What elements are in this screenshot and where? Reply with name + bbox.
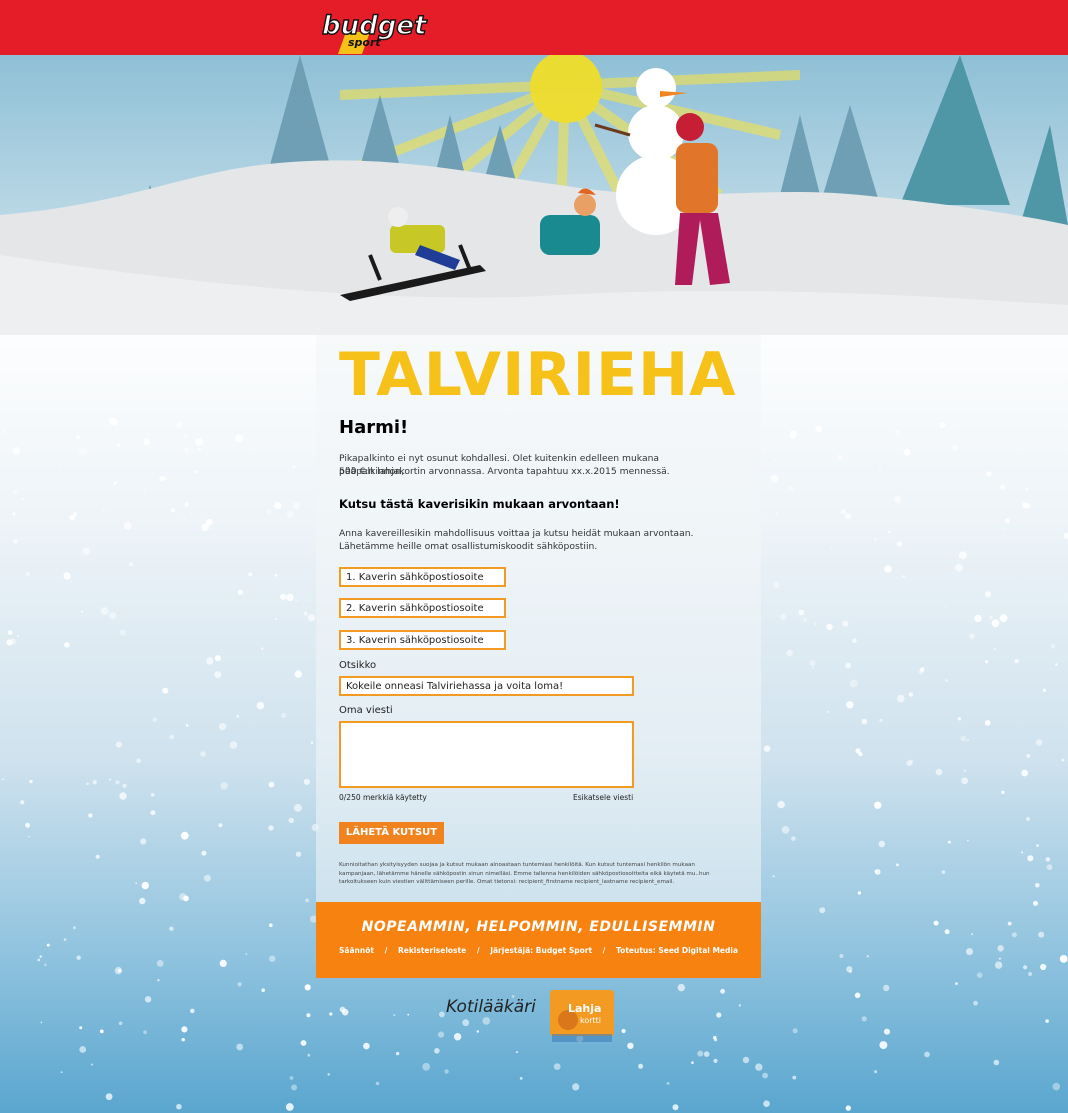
kotilaakari-logo[interactable]: Kotilääkäri xyxy=(446,997,536,1017)
lahjakortti-logo[interactable]: Lahja kortti xyxy=(550,990,614,1042)
result-text-line-2: 500 €:n lahjakortin arvonnassa. Arvonta … xyxy=(339,466,670,477)
footer-link-rules[interactable]: Säännöt xyxy=(339,946,374,955)
footer-separator: / xyxy=(602,946,606,955)
character-counter: 0/250 merkkiä käytetty xyxy=(339,793,427,802)
top-bar xyxy=(0,0,1068,55)
footer-links: Säännöt / Rekisteriseloste / Järjestäjä:… xyxy=(316,946,761,955)
invite-text-line-2: Lähetämme heille omat osallistumiskoodit… xyxy=(339,541,598,552)
footer-link-organizer[interactable]: Järjestäjä: Budget Sport xyxy=(490,946,592,955)
svg-text:sport: sport xyxy=(348,36,381,49)
subject-input[interactable]: Kokeile onneasi Talviriehassa ja voita l… xyxy=(339,676,634,696)
friend-email-2-input[interactable]: 2. Kaverin sähköpostiosoite xyxy=(339,598,506,618)
invite-heading: Kutsu tästä kaverisikin mukaan arvontaan… xyxy=(339,497,620,511)
send-invites-button[interactable]: LÄHETÄ KUTSUT xyxy=(339,822,444,844)
svg-text:kortti: kortti xyxy=(580,1016,601,1025)
preview-message-link[interactable]: Esikatsele viesti xyxy=(573,793,633,802)
result-heading: Harmi! xyxy=(339,417,409,438)
friend-email-1-input[interactable]: 1. Kaverin sähköpostiosoite xyxy=(339,567,506,587)
subject-label: Otsikko xyxy=(339,660,377,671)
footer-separator: / xyxy=(476,946,480,955)
page-title: TALVIRIEHA xyxy=(339,340,737,410)
footer-bar: NOPEAMMIN, HELPOMMIN, EDULLISEMMIN Säänn… xyxy=(316,902,761,978)
footer-link-implementation[interactable]: Toteutus: Seed Digital Media xyxy=(616,946,738,955)
privacy-disclaimer: Kunnioitathan yksityisyyden suojaa ja ku… xyxy=(339,862,710,885)
footer-link-register[interactable]: Rekisteriseloste xyxy=(398,946,466,955)
friend-email-3-input[interactable]: 3. Kaverin sähköpostiosoite xyxy=(339,630,506,650)
invite-text-line-1: Anna kavereillesikin mahdollisuus voitta… xyxy=(339,528,694,539)
svg-text:Lahja: Lahja xyxy=(568,1002,601,1015)
message-textarea[interactable] xyxy=(339,721,634,788)
budget-sport-logo[interactable]: budget sport xyxy=(318,2,434,54)
footer-slogan: NOPEAMMIN, HELPOMMIN, EDULLISEMMIN xyxy=(361,919,716,935)
footer-separator: / xyxy=(384,946,388,955)
winter-scene-illustration xyxy=(0,55,1068,335)
message-label: Oma viesti xyxy=(339,705,393,716)
